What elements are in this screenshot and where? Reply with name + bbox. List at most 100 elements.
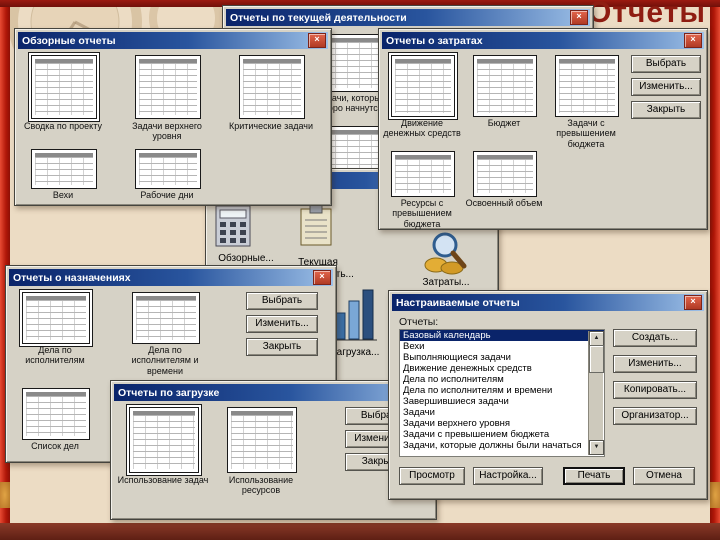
cost-title-bar[interactable]: Отчеты о затратах [382, 32, 704, 49]
overview-title-bar[interactable]: Обзорные отчеты [18, 32, 328, 49]
thumbnail-preview [133, 411, 195, 469]
edit-button[interactable]: Изменить... [613, 355, 697, 373]
list-item[interactable]: Задачи [400, 407, 604, 418]
thumbnail-preview [26, 296, 86, 340]
thumb-resource-usage[interactable] [227, 407, 297, 473]
close-button[interactable]: Закрыть [246, 338, 318, 356]
current-activity-title-bar[interactable]: Отчеты по текущей деятельности [226, 9, 590, 26]
assignment-title: Отчеты о назначениях [13, 271, 131, 284]
close-icon[interactable] [308, 33, 326, 48]
workload-title: Отчеты по загрузке [118, 386, 220, 399]
thumb-cash-flow[interactable] [391, 55, 455, 117]
thumbnail-preview [35, 59, 93, 115]
custom-title-bar[interactable]: Настраиваемые отчеты [392, 294, 704, 311]
overview-title: Обзорные отчеты [22, 34, 116, 47]
thumb-earned-value[interactable] [473, 151, 537, 197]
cancel-button[interactable]: Отмена [633, 467, 695, 485]
list-item[interactable]: Выполняющиеся задачи [400, 352, 604, 363]
thumb-budget[interactable] [473, 55, 537, 117]
slide-title: Отчеты [587, 0, 706, 31]
thumb-task-usage[interactable] [129, 407, 199, 473]
thumbnail-preview [395, 155, 451, 193]
current-activity-category-icon[interactable] [297, 205, 337, 247]
select-button[interactable]: Выбрать [631, 55, 701, 73]
thumb-todo-list[interactable] [22, 388, 90, 440]
right-bar-ornament [710, 482, 720, 508]
print-button[interactable]: Печать [563, 467, 625, 485]
thumbnail-preview [231, 411, 293, 469]
close-icon[interactable] [684, 33, 702, 48]
close-icon[interactable] [313, 270, 331, 285]
report-label: Рабочие дни [140, 190, 194, 200]
report-label: Сводка по проекту [24, 121, 102, 131]
close-icon[interactable] [684, 295, 702, 310]
reports-list-label: Отчеты: [399, 316, 439, 328]
list-item[interactable]: Дела по исполнителям [400, 374, 604, 385]
scrollbar-thumb[interactable] [589, 345, 604, 373]
dialog-custom-reports: Настраиваемые отчеты Отчеты: Базовый кал… [388, 290, 708, 500]
report-label: Задачи с превышением бюджета [556, 118, 616, 149]
close-icon[interactable] [570, 10, 588, 25]
thumb-who-does-what-when[interactable] [132, 292, 200, 344]
listbox-scrollbar[interactable]: ▲ ▼ [588, 331, 604, 455]
edit-button[interactable]: Изменить... [246, 315, 318, 333]
reports-listbox[interactable]: Базовый календарь Вехи Выполняющиеся зад… [399, 329, 605, 457]
list-item[interactable]: Задачи, которые должны были начаться [400, 440, 604, 451]
create-button[interactable]: Создать... [613, 329, 697, 347]
report-label: Использование задач [117, 475, 209, 485]
report-label: Дела по исполнителям и времени [131, 345, 199, 376]
organizer-button[interactable]: Организатор... [613, 407, 697, 425]
dialog-overview-reports: Обзорные отчеты Сводка по проекту Задачи… [14, 28, 332, 206]
report-label: Критические задачи [229, 121, 313, 131]
list-item[interactable]: Базовый календарь [400, 330, 604, 341]
workload-category-icon[interactable] [331, 285, 379, 343]
current-activity-title: Отчеты по текущей деятельности [230, 11, 407, 24]
edit-button[interactable]: Изменить... [631, 78, 701, 96]
list-item[interactable]: Задачи с превышением бюджета [400, 429, 604, 440]
thumbnail-preview [477, 59, 533, 113]
custom-title: Настраиваемые отчеты [396, 296, 520, 309]
workload-title-bar[interactable]: Отчеты по загрузке [114, 384, 433, 401]
thumbnail-preview [35, 153, 93, 185]
assignment-title-bar[interactable]: Отчеты о назначениях [9, 269, 333, 286]
cost-title: Отчеты о затратах [386, 34, 483, 47]
thumb-overbudget-resources[interactable] [391, 151, 455, 197]
select-button[interactable]: Выбрать [246, 292, 318, 310]
report-label: Вехи [52, 190, 74, 200]
report-label: Ресурсы с превышением бюджета [392, 198, 452, 229]
left-bar-ornament [0, 482, 10, 508]
thumb-who-does-what[interactable] [22, 292, 90, 344]
report-label: Движение денежных средств [383, 118, 461, 139]
copy-button[interactable]: Копировать... [613, 381, 697, 399]
report-label: Задачи верхнего уровня [132, 121, 202, 142]
thumb-project-summary[interactable] [31, 55, 97, 119]
list-item[interactable]: Задачи верхнего уровня [400, 418, 604, 429]
thumbnail-preview [559, 59, 615, 113]
report-label: Бюджет [487, 118, 521, 128]
thumb-top-level-tasks[interactable] [135, 55, 201, 119]
close-button[interactable]: Закрыть [631, 101, 701, 119]
thumb-working-days[interactable] [135, 149, 201, 189]
thumb-critical-tasks[interactable] [239, 55, 305, 119]
setup-button[interactable]: Настройка... [473, 467, 543, 485]
category-label-costs[interactable]: Затраты... [411, 277, 481, 289]
list-item[interactable]: Движение денежных средств [400, 363, 604, 374]
report-label: Список дел [31, 441, 79, 451]
slide-bottom-border [0, 523, 720, 540]
scroll-down-icon[interactable]: ▼ [589, 440, 604, 455]
thumbnail-preview [26, 392, 86, 436]
thumb-milestones[interactable] [31, 149, 97, 189]
list-item[interactable]: Вехи [400, 341, 604, 352]
preview-button[interactable]: Просмотр [399, 467, 465, 485]
overview-category-icon[interactable] [214, 205, 254, 247]
list-item[interactable]: Завершившиеся задачи [400, 396, 604, 407]
report-label: Использование ресурсов [228, 475, 294, 496]
thumbnail-preview [136, 296, 196, 340]
thumb-overbudget-tasks[interactable] [555, 55, 619, 117]
list-item[interactable]: Дела по исполнителям и времени [400, 385, 604, 396]
report-label: Дела по исполнителям [25, 345, 85, 366]
dialog-cost-reports: Отчеты о затратах Движение денежных сред… [378, 28, 708, 230]
scroll-up-icon[interactable]: ▲ [589, 331, 604, 346]
costs-category-icon[interactable] [423, 231, 467, 275]
thumbnail-preview [243, 59, 301, 115]
